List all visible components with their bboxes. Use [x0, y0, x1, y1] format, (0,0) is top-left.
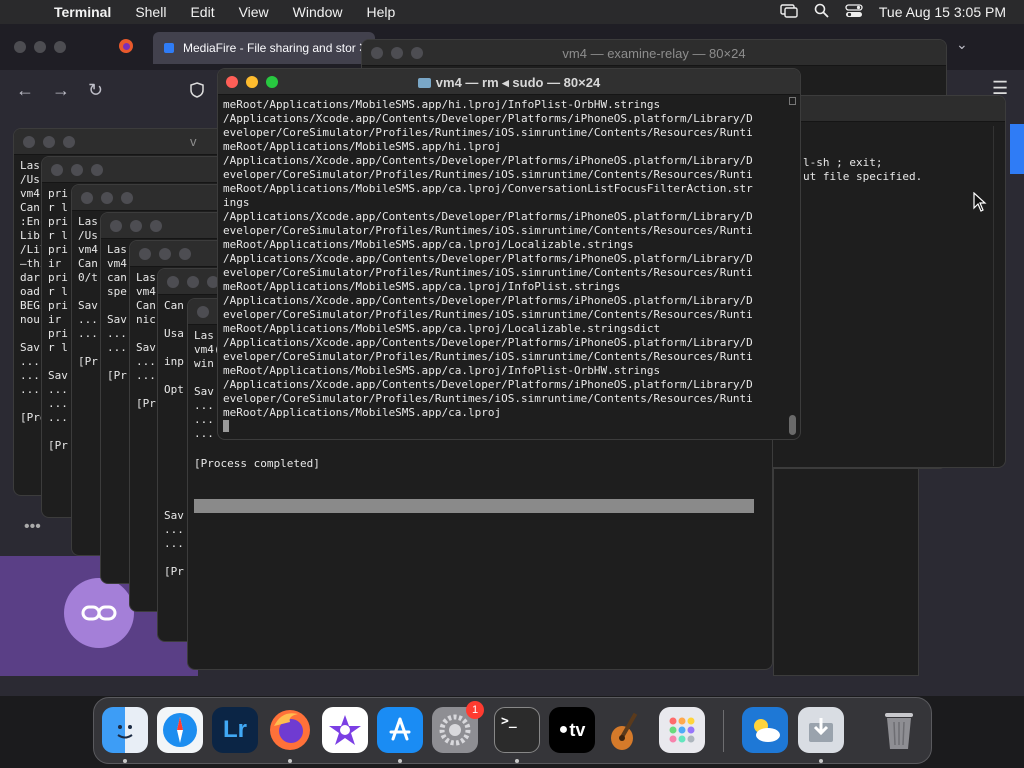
window-title: vm4 — rm ◂ sudo — 80×24: [218, 75, 800, 91]
tracking-shield-icon[interactable]: [190, 82, 204, 103]
scrollbar-thumb[interactable]: [789, 415, 796, 435]
reload-icon[interactable]: ↻: [88, 80, 103, 101]
menu-view[interactable]: View: [239, 4, 269, 20]
window-title-fragment: v: [190, 134, 197, 149]
screen-mirroring-icon[interactable]: [780, 3, 798, 21]
terminal-window-fragment[interactable]: [773, 468, 919, 676]
process-completed-label: [Process completed]: [194, 457, 320, 470]
link-icon: [64, 578, 134, 648]
system-settings-gear-icon[interactable]: 1: [432, 701, 484, 753]
running-indicator: [288, 759, 292, 763]
text-cursor: [223, 420, 229, 432]
window-title: vm4 — examine-relay — 80×24: [562, 46, 746, 61]
lightroom-label: Lr: [223, 716, 247, 743]
mouse-pointer-icon: [973, 191, 987, 217]
apple-logo-icon: ●: [558, 721, 569, 738]
page-blue-edge: [1010, 124, 1024, 174]
spotlight-search-icon[interactable]: [814, 3, 829, 21]
app-store-icon[interactable]: [377, 707, 423, 753]
running-indicator: [123, 759, 127, 763]
weather-cloud-icon[interactable]: [742, 707, 788, 753]
menu-edit[interactable]: Edit: [190, 4, 214, 20]
imovie-star-icon[interactable]: [322, 707, 368, 753]
back-arrow-icon[interactable]: ←: [16, 80, 34, 101]
menu-window[interactable]: Window: [293, 4, 343, 20]
running-indicator: [398, 759, 402, 763]
scroll-up-icon[interactable]: [789, 97, 796, 105]
control-center-icon[interactable]: [845, 3, 863, 21]
notification-badge: 1: [466, 701, 484, 719]
dock-divider: [723, 710, 724, 752]
window-title-text: vm4 — rm ◂ sudo — 80×24: [435, 75, 601, 90]
terminal-output: l-sh ; exit; ut file specified.: [803, 156, 923, 183]
scrollbar[interactable]: [993, 126, 1002, 466]
more-options-icon[interactable]: •••: [24, 518, 41, 536]
menu-app-terminal[interactable]: Terminal: [54, 4, 111, 20]
mediafire-favicon-icon: [164, 43, 174, 53]
launchpad-icon[interactable]: [659, 707, 705, 753]
menubar-clock[interactable]: Tue Aug 15 3:05 PM: [879, 4, 1006, 20]
terminal-glyph: >_: [501, 714, 517, 729]
lightroom-icon[interactable]: Lr: [212, 707, 258, 753]
terminal-window-rm-sudo[interactable]: vm4 — rm ◂ sudo — 80×24 meRoot/Applicati…: [217, 68, 801, 440]
menu-help[interactable]: Help: [366, 4, 395, 20]
menu-shell[interactable]: Shell: [135, 4, 166, 20]
trash-icon[interactable]: [876, 707, 922, 753]
finder-icon[interactable]: [102, 707, 148, 753]
scrollbar[interactable]: [788, 97, 797, 437]
terminal-app-icon[interactable]: >_: [494, 707, 540, 753]
forward-arrow-icon[interactable]: →: [52, 80, 70, 101]
browser-tab-mediafire[interactable]: MediaFire - File sharing and stor ✕: [153, 32, 375, 64]
downloads-folder-icon[interactable]: [798, 707, 844, 753]
apple-tv-icon[interactable]: ● tv: [549, 707, 595, 753]
garageband-guitar-icon[interactable]: [604, 707, 650, 753]
terminal-output: meRoot/Applications/MobileSMS.app/hi.lpr…: [218, 95, 800, 437]
menu-bar: Terminal Shell Edit View Window Help Tue…: [0, 0, 1024, 24]
dock: Lr 1 >_ ● tv: [93, 697, 932, 764]
safari-icon[interactable]: [157, 707, 203, 753]
browser-tab-title: MediaFire - File sharing and stor: [183, 41, 356, 55]
firefox-icon[interactable]: [267, 707, 313, 753]
list-all-tabs-chevron-down-icon[interactable]: ⌄: [956, 36, 968, 53]
folder-icon: [417, 78, 431, 88]
appletv-label: tv: [569, 719, 586, 740]
running-indicator: [515, 759, 519, 763]
running-indicator: [819, 759, 823, 763]
firefox-view-icon[interactable]: [118, 38, 134, 59]
browser-window-controls[interactable]: [14, 41, 66, 53]
terminal-output-lines: meRoot/Applications/MobileSMS.app/hi.lpr…: [223, 98, 753, 419]
selection-highlight: [194, 499, 754, 513]
